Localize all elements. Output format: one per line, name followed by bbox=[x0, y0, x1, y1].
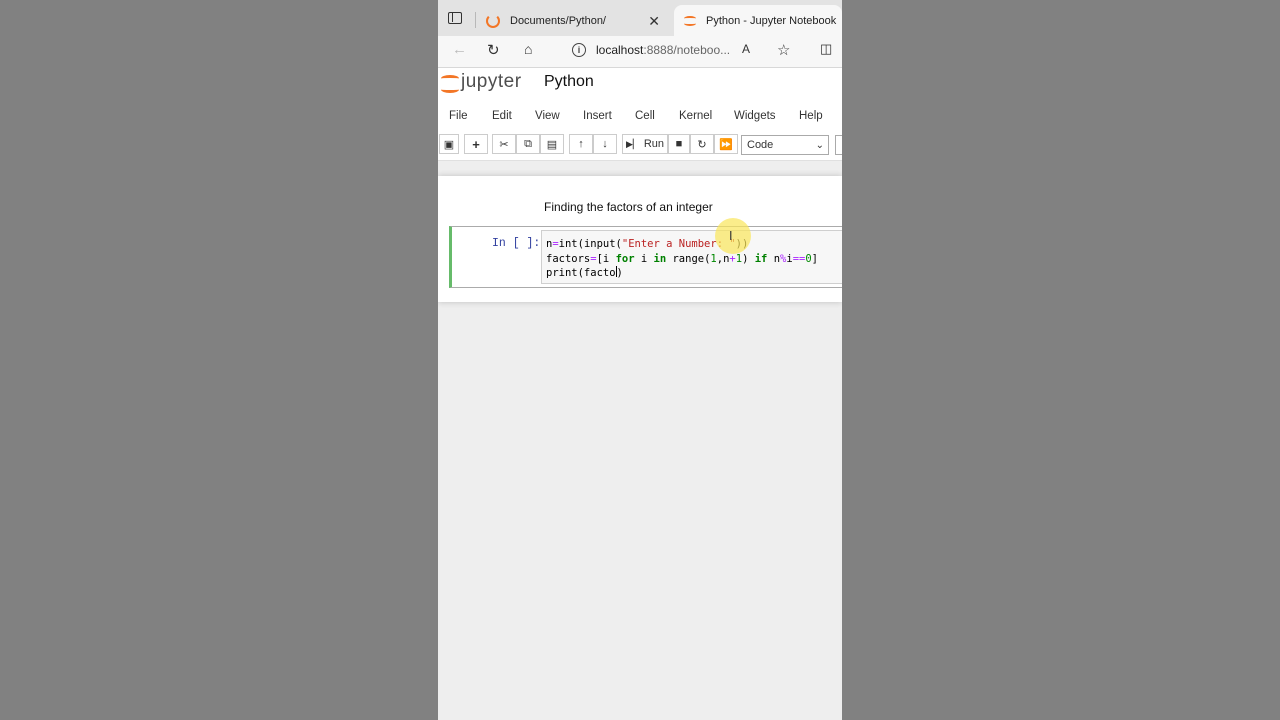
copy-icon[interactable]: ⧉ bbox=[516, 134, 540, 154]
code-line: factors=[i for i in range(1,n+1) if n%i=… bbox=[546, 252, 818, 265]
notebook-toolbar: ▣ + ✂ ⧉ ▤ ↑ ↓ ▶▏ Run ■ ↻ ⏩ Code ⌄ bbox=[438, 132, 842, 161]
command-palette-button[interactable] bbox=[835, 135, 842, 155]
menu-kernel[interactable]: Kernel bbox=[679, 110, 712, 122]
add-cell-icon[interactable]: + bbox=[464, 134, 488, 154]
tab-title: Python - Jupyter Notebook bbox=[706, 14, 837, 27]
url-path: :8888/noteboo... bbox=[643, 43, 731, 57]
jupyter-header: jupyter Python bbox=[438, 68, 842, 100]
cut-icon[interactable]: ✂ bbox=[492, 134, 516, 154]
notebook-title[interactable]: Python bbox=[544, 73, 594, 91]
cell-type-select[interactable]: Code ⌄ bbox=[741, 135, 829, 155]
code-line: print(facto) bbox=[546, 266, 623, 279]
chevron-down-icon: ⌄ bbox=[815, 140, 824, 151]
home-icon[interactable]: ⌂ bbox=[524, 41, 532, 57]
favorite-star-icon[interactable]: ☆ bbox=[777, 41, 790, 59]
run-label: Run bbox=[643, 138, 665, 150]
move-up-icon[interactable]: ↑ bbox=[569, 134, 593, 154]
text-cursor-icon: I bbox=[729, 229, 733, 243]
loading-spinner-icon bbox=[486, 13, 500, 28]
tab-documents[interactable]: Documents/Python/ ✕ bbox=[478, 5, 670, 36]
info-icon[interactable]: i bbox=[572, 43, 586, 57]
run-button[interactable]: ▶▏ Run bbox=[622, 134, 668, 154]
close-icon[interactable]: ✕ bbox=[648, 13, 660, 30]
tab-divider bbox=[475, 12, 476, 28]
code-editor[interactable]: n=int(input("Enter a Number: ")) factors… bbox=[541, 230, 842, 284]
code-cell[interactable]: In [ ]: n=int(input("Enter a Number: "))… bbox=[449, 226, 842, 288]
tab-title: Documents/Python/ bbox=[510, 14, 606, 27]
jupyter-favicon-icon bbox=[684, 15, 696, 27]
input-prompt: In [ ]: bbox=[492, 237, 541, 250]
run-icon: ▶▏ bbox=[625, 138, 640, 149]
menu-edit[interactable]: Edit bbox=[492, 110, 512, 122]
markdown-cell-text[interactable]: Finding the factors of an integer bbox=[544, 200, 713, 214]
cursor-highlight bbox=[715, 218, 751, 254]
menu-insert[interactable]: Insert bbox=[583, 110, 612, 122]
menu-bar: File Edit View Insert Cell Kernel Widget… bbox=[438, 100, 842, 132]
menu-help[interactable]: Help bbox=[799, 110, 823, 122]
tab-jupyter-notebook[interactable]: Python - Jupyter Notebook bbox=[674, 5, 842, 36]
save-icon[interactable]: ▣ bbox=[439, 134, 459, 154]
navigation-bar: ← ↻ ⌂ i localhost:8888/noteboo... A ☆ ◫ bbox=[438, 36, 842, 68]
interrupt-icon[interactable]: ■ bbox=[668, 134, 690, 154]
move-down-icon[interactable]: ↓ bbox=[593, 134, 617, 154]
text-caret bbox=[615, 266, 617, 277]
jupyter-logo-icon[interactable] bbox=[441, 71, 461, 97]
paste-icon[interactable]: ▤ bbox=[540, 134, 564, 154]
url-text[interactable]: localhost:8888/noteboo... bbox=[596, 43, 730, 57]
code-text[interactable]: n=int(input("Enter a Number: ")) factors… bbox=[546, 237, 818, 281]
refresh-icon[interactable]: ↻ bbox=[487, 41, 500, 59]
browser-window: Documents/Python/ ✕ Python - Jupyter Not… bbox=[438, 0, 842, 720]
url-host: localhost bbox=[596, 43, 644, 57]
fast-forward-icon[interactable]: ⏩ bbox=[714, 134, 738, 154]
menu-view[interactable]: View bbox=[535, 110, 560, 122]
jupyter-wordmark[interactable]: jupyter bbox=[461, 71, 522, 93]
restart-icon[interactable]: ↻ bbox=[690, 134, 714, 154]
tab-strip: Documents/Python/ ✕ Python - Jupyter Not… bbox=[438, 0, 842, 36]
tab-actions-icon[interactable] bbox=[448, 12, 462, 24]
cell-type-value: Code bbox=[747, 139, 774, 151]
menu-cell[interactable]: Cell bbox=[635, 110, 655, 122]
menu-widgets[interactable]: Widgets bbox=[734, 110, 776, 122]
address-bar[interactable]: i localhost:8888/noteboo... bbox=[556, 39, 808, 63]
menu-file[interactable]: File bbox=[449, 110, 468, 122]
read-aloud-icon[interactable]: A bbox=[742, 42, 750, 56]
notebook-container: Finding the factors of an integer In [ ]… bbox=[438, 176, 842, 302]
back-arrow-icon[interactable]: ← bbox=[452, 41, 467, 58]
split-screen-icon[interactable]: ◫ bbox=[820, 41, 832, 57]
